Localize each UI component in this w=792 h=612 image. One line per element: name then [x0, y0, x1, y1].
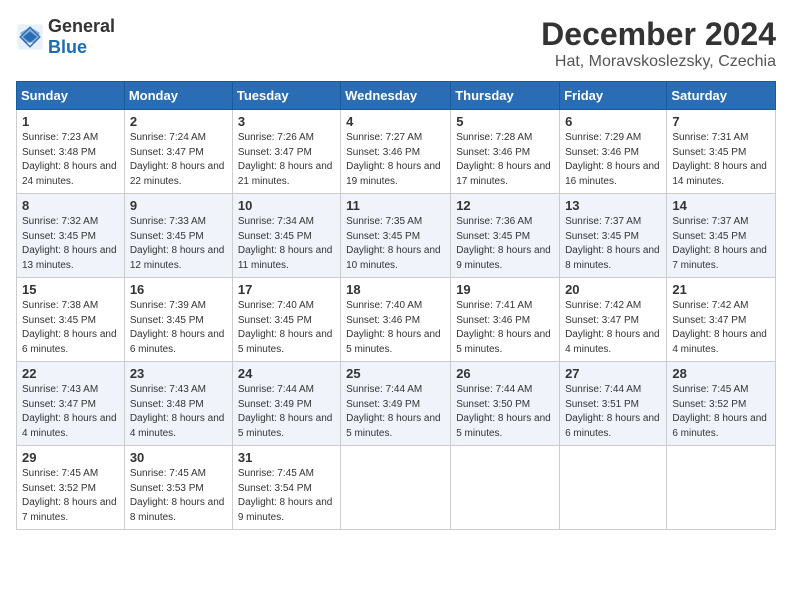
table-row: 1Sunrise: 7:23 AMSunset: 3:48 PMDaylight… [17, 110, 125, 194]
col-tuesday: Tuesday [232, 82, 340, 110]
title-area: December 2024 Hat, Moravskoslezsky, Czec… [541, 16, 776, 71]
table-row: 17Sunrise: 7:40 AMSunset: 3:45 PMDayligh… [232, 278, 340, 362]
table-row: 9Sunrise: 7:33 AMSunset: 3:45 PMDaylight… [124, 194, 232, 278]
col-friday: Friday [560, 82, 667, 110]
table-row: 14Sunrise: 7:37 AMSunset: 3:45 PMDayligh… [667, 194, 776, 278]
table-row: 27Sunrise: 7:44 AMSunset: 3:51 PMDayligh… [560, 362, 667, 446]
col-monday: Monday [124, 82, 232, 110]
table-row: 22Sunrise: 7:43 AMSunset: 3:47 PMDayligh… [17, 362, 125, 446]
table-row: 28Sunrise: 7:45 AMSunset: 3:52 PMDayligh… [667, 362, 776, 446]
table-row: 5Sunrise: 7:28 AMSunset: 3:46 PMDaylight… [451, 110, 560, 194]
col-sunday: Sunday [17, 82, 125, 110]
table-row: 10Sunrise: 7:34 AMSunset: 3:45 PMDayligh… [232, 194, 340, 278]
table-row: 16Sunrise: 7:39 AMSunset: 3:45 PMDayligh… [124, 278, 232, 362]
calendar-row: 29Sunrise: 7:45 AMSunset: 3:52 PMDayligh… [17, 446, 776, 530]
calendar-row: 1Sunrise: 7:23 AMSunset: 3:48 PMDaylight… [17, 110, 776, 194]
table-row [451, 446, 560, 530]
header-row: Sunday Monday Tuesday Wednesday Thursday… [17, 82, 776, 110]
logo-text: General Blue [48, 16, 115, 58]
table-row: 11Sunrise: 7:35 AMSunset: 3:45 PMDayligh… [341, 194, 451, 278]
table-row: 24Sunrise: 7:44 AMSunset: 3:49 PMDayligh… [232, 362, 340, 446]
table-row: 15Sunrise: 7:38 AMSunset: 3:45 PMDayligh… [17, 278, 125, 362]
table-row: 2Sunrise: 7:24 AMSunset: 3:47 PMDaylight… [124, 110, 232, 194]
table-row: 29Sunrise: 7:45 AMSunset: 3:52 PMDayligh… [17, 446, 125, 530]
table-row [667, 446, 776, 530]
table-row [341, 446, 451, 530]
table-row: 13Sunrise: 7:37 AMSunset: 3:45 PMDayligh… [560, 194, 667, 278]
table-row: 7Sunrise: 7:31 AMSunset: 3:45 PMDaylight… [667, 110, 776, 194]
table-row: 19Sunrise: 7:41 AMSunset: 3:46 PMDayligh… [451, 278, 560, 362]
table-row: 12Sunrise: 7:36 AMSunset: 3:45 PMDayligh… [451, 194, 560, 278]
calendar-row: 15Sunrise: 7:38 AMSunset: 3:45 PMDayligh… [17, 278, 776, 362]
logo: General Blue [16, 16, 115, 58]
calendar-subtitle: Hat, Moravskoslezsky, Czechia [541, 53, 776, 71]
table-row: 8Sunrise: 7:32 AMSunset: 3:45 PMDaylight… [17, 194, 125, 278]
table-row: 18Sunrise: 7:40 AMSunset: 3:46 PMDayligh… [341, 278, 451, 362]
table-row: 25Sunrise: 7:44 AMSunset: 3:49 PMDayligh… [341, 362, 451, 446]
table-row [560, 446, 667, 530]
col-wednesday: Wednesday [341, 82, 451, 110]
header: General Blue December 2024 Hat, Moravsko… [16, 16, 776, 71]
col-thursday: Thursday [451, 82, 560, 110]
table-row: 21Sunrise: 7:42 AMSunset: 3:47 PMDayligh… [667, 278, 776, 362]
table-row: 23Sunrise: 7:43 AMSunset: 3:48 PMDayligh… [124, 362, 232, 446]
calendar-row: 22Sunrise: 7:43 AMSunset: 3:47 PMDayligh… [17, 362, 776, 446]
calendar-title: December 2024 [541, 16, 776, 53]
table-row: 26Sunrise: 7:44 AMSunset: 3:50 PMDayligh… [451, 362, 560, 446]
calendar-row: 8Sunrise: 7:32 AMSunset: 3:45 PMDaylight… [17, 194, 776, 278]
col-saturday: Saturday [667, 82, 776, 110]
table-row: 31Sunrise: 7:45 AMSunset: 3:54 PMDayligh… [232, 446, 340, 530]
table-row: 20Sunrise: 7:42 AMSunset: 3:47 PMDayligh… [560, 278, 667, 362]
calendar-table: Sunday Monday Tuesday Wednesday Thursday… [16, 81, 776, 530]
logo-icon [16, 23, 44, 51]
table-row: 3Sunrise: 7:26 AMSunset: 3:47 PMDaylight… [232, 110, 340, 194]
table-row: 6Sunrise: 7:29 AMSunset: 3:46 PMDaylight… [560, 110, 667, 194]
table-row: 30Sunrise: 7:45 AMSunset: 3:53 PMDayligh… [124, 446, 232, 530]
table-row: 4Sunrise: 7:27 AMSunset: 3:46 PMDaylight… [341, 110, 451, 194]
